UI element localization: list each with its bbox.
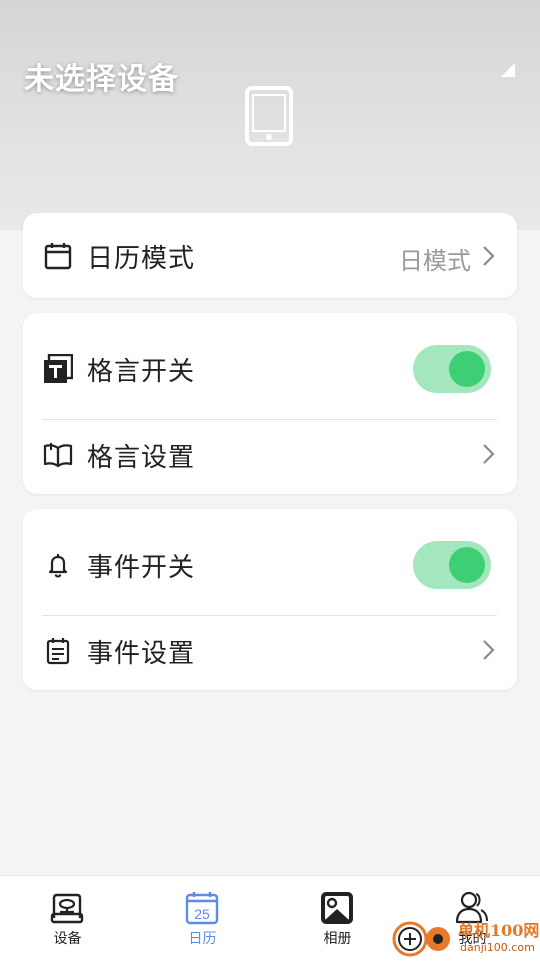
motto-switch-row: 格言开关 <box>23 313 517 419</box>
watermark-url: danji100.com <box>460 941 535 954</box>
event-card: 事件开关 事件设置 <box>23 509 517 690</box>
calendar-icon: 25 <box>185 892 219 925</box>
motto-settings-label: 格言设置 <box>87 443 196 473</box>
tab-device-label: 设备 <box>53 931 82 947</box>
motto-toggle[interactable] <box>413 345 491 393</box>
watermark-logo-icon <box>392 921 450 957</box>
chevron-right-icon <box>483 640 495 660</box>
motto-switch-label: 格言开关 <box>87 357 196 387</box>
event-settings-label: 事件设置 <box>87 639 196 669</box>
event-toggle[interactable] <box>413 541 491 589</box>
calendar-mode-row[interactable]: 日历模式 日模式 <box>23 213 517 298</box>
tab-album-label: 相册 <box>323 931 352 947</box>
tab-calendar[interactable]: 25 日历 <box>135 876 270 961</box>
tab-calendar-label: 日历 <box>188 931 217 947</box>
calendar-day-number: 25 <box>194 906 210 922</box>
tab-album[interactable]: 相册 <box>270 876 405 961</box>
motto-text-icon <box>44 354 73 383</box>
open-book-icon <box>43 443 73 468</box>
device-title[interactable]: 未选择设备 <box>24 54 179 98</box>
calendar-icon <box>44 243 72 270</box>
event-switch-label: 事件开关 <box>87 553 196 583</box>
event-toggle-knob <box>449 547 485 583</box>
tablet-icon <box>245 86 293 146</box>
device-header: 未选择设备 <box>0 0 540 230</box>
chevron-right-icon <box>483 246 495 266</box>
motto-card: 格言开关 格言设置 <box>23 313 517 494</box>
watermark-title: 单机100网 <box>458 921 540 940</box>
album-icon <box>321 892 353 924</box>
event-calendar-icon <box>46 638 70 665</box>
tab-device[interactable]: 设备 <box>0 876 135 961</box>
motto-settings-row[interactable]: 格言设置 <box>23 420 517 494</box>
event-switch-row: 事件开关 <box>23 509 517 615</box>
calendar-mode-value: 日模式 <box>399 247 471 275</box>
calendar-mode-label: 日历模式 <box>87 244 196 274</box>
motto-toggle-knob <box>449 351 485 387</box>
dropdown-corner-icon[interactable] <box>501 63 515 77</box>
device-icon <box>50 893 84 924</box>
site-watermark: 单机100网 danji100.com <box>390 915 540 960</box>
bell-icon <box>48 554 68 578</box>
calendar-mode-card: 日历模式 日模式 <box>23 213 517 298</box>
chevron-right-icon <box>483 444 495 464</box>
event-settings-row[interactable]: 事件设置 <box>23 616 517 690</box>
